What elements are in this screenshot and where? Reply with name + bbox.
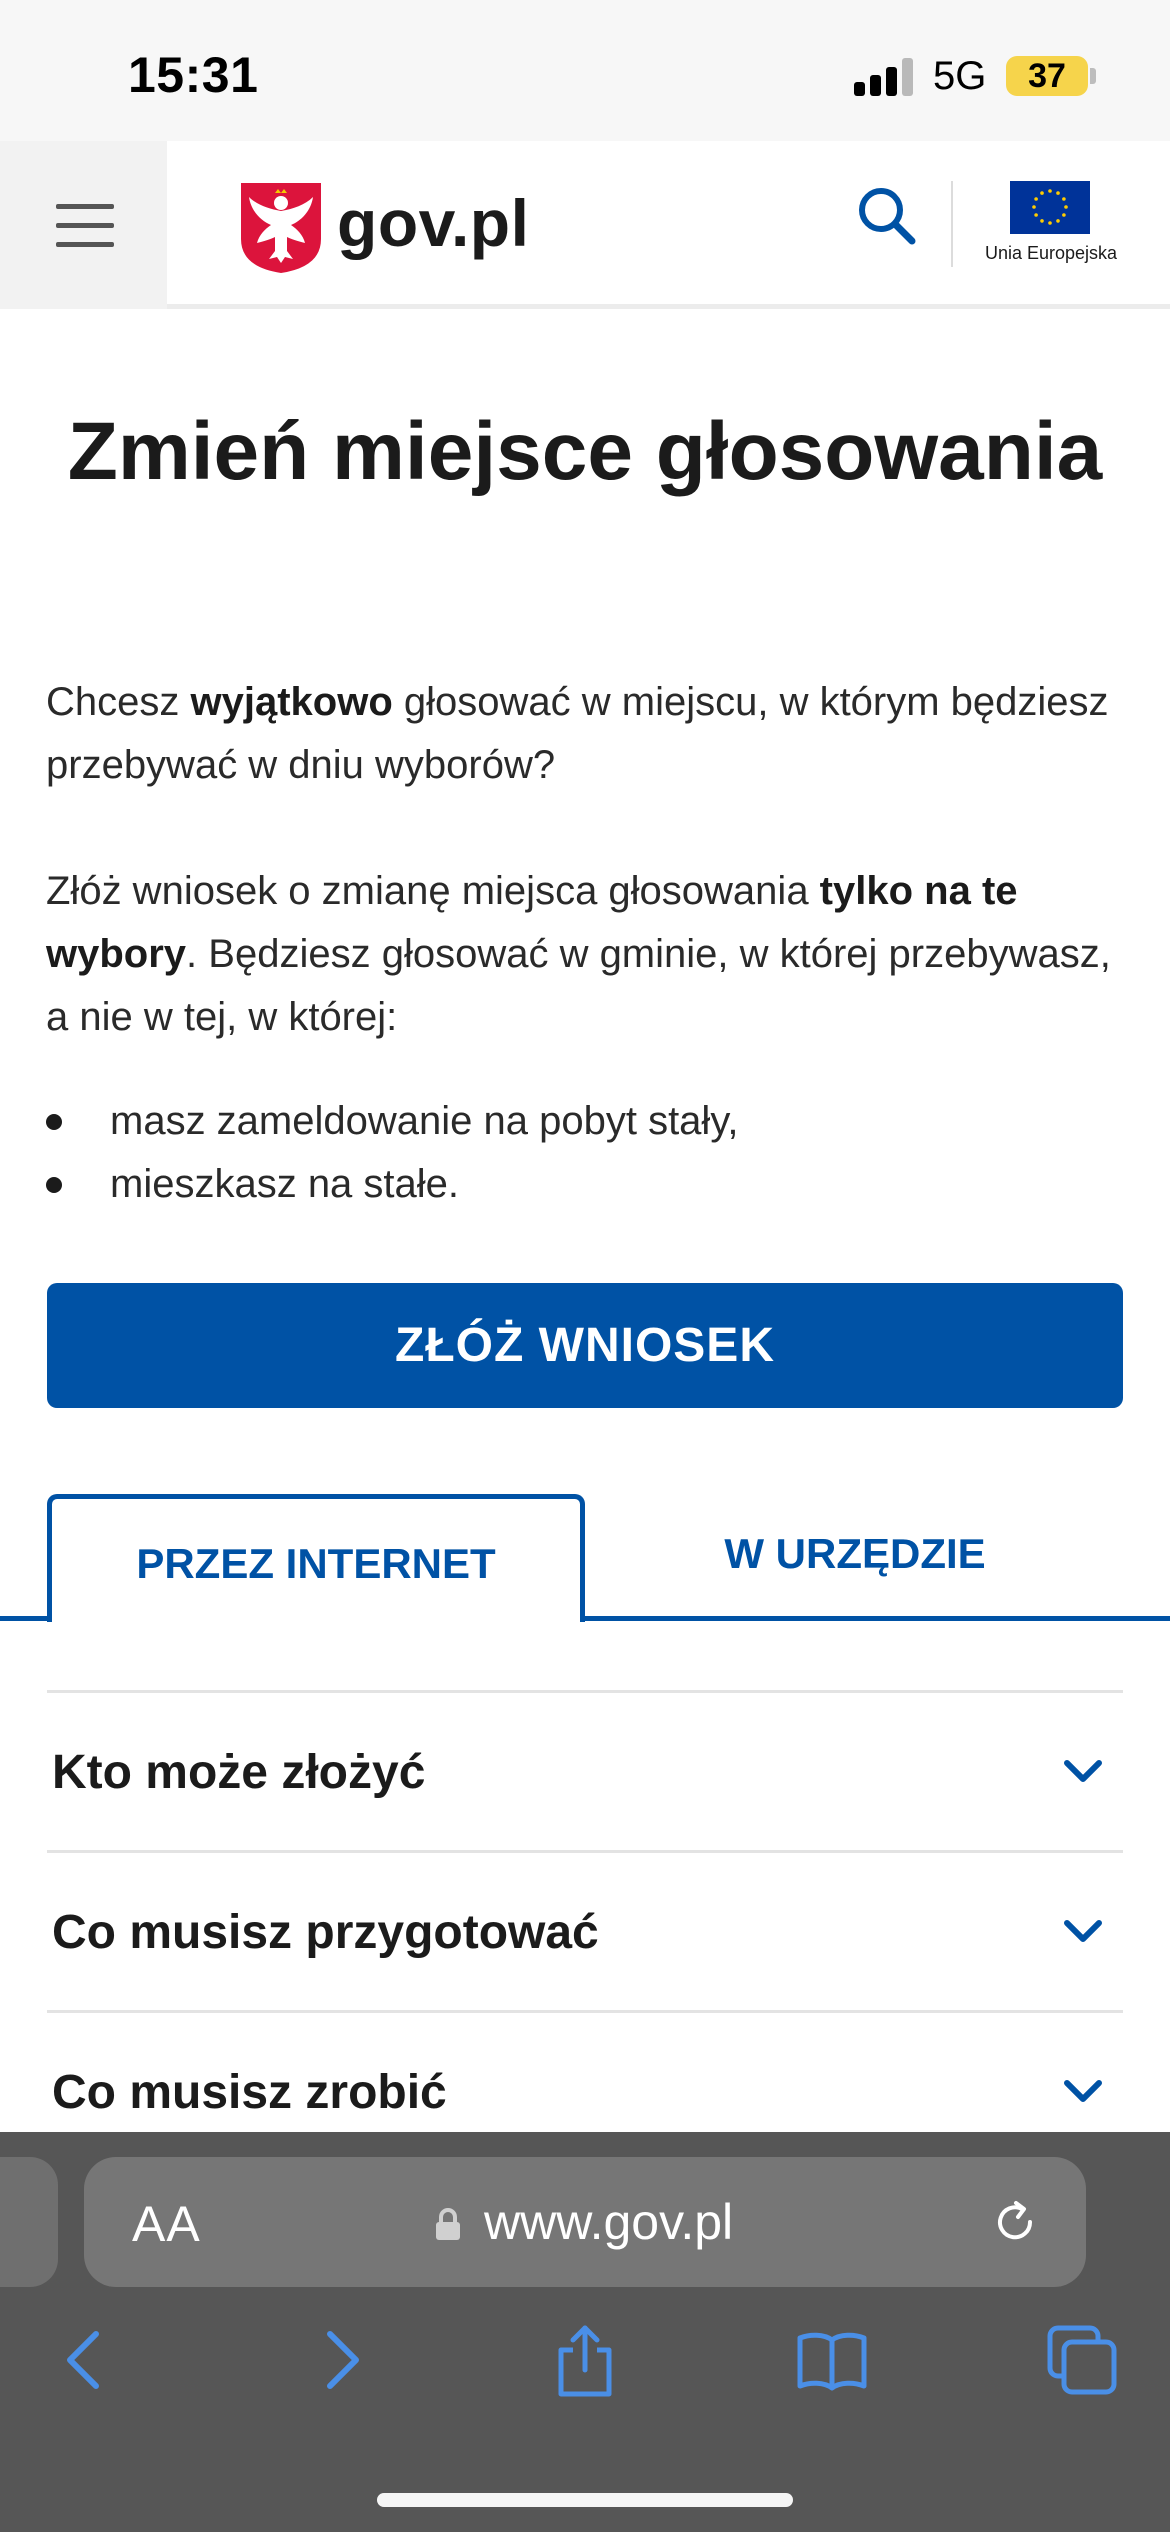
accordion-label: Co musisz zrobić bbox=[52, 2066, 447, 2119]
network-type: 5G bbox=[933, 54, 987, 98]
accordion-label: Co musisz przygotować bbox=[52, 1906, 599, 1959]
polish-eagle-emblem-icon[interactable] bbox=[239, 181, 323, 275]
tab-label: W URZĘDZIE bbox=[724, 1530, 986, 1577]
site-header: gov.pl Unia Europejska bbox=[0, 141, 1170, 309]
forward-icon[interactable] bbox=[302, 2322, 378, 2398]
page-title: Zmień miejsce głosowania bbox=[67, 406, 1103, 497]
bookmarks-icon[interactable] bbox=[794, 2322, 870, 2398]
site-logo[interactable]: gov.pl bbox=[337, 185, 529, 261]
list-item: mieszkasz na stałe. bbox=[46, 1153, 1136, 1216]
previous-tab-preview[interactable] bbox=[0, 2157, 58, 2287]
reload-icon[interactable] bbox=[990, 2197, 1040, 2247]
tab-w-urzedzie[interactable]: W URZĘDZIE bbox=[590, 1494, 1120, 1614]
tab-przez-internet[interactable]: PRZEZ INTERNET bbox=[47, 1494, 585, 1622]
hamburger-icon bbox=[56, 204, 114, 209]
battery-tip bbox=[1090, 68, 1096, 84]
accordion-item-who-can-apply[interactable]: Kto może złożyć bbox=[47, 1690, 1123, 1850]
submit-application-button[interactable]: ZŁÓŻ WNIOSEK bbox=[47, 1283, 1123, 1408]
list-item: masz zameldowanie na pobyt stały, bbox=[46, 1090, 1136, 1153]
status-time: 15:31 bbox=[128, 47, 259, 103]
back-icon[interactable] bbox=[48, 2322, 124, 2398]
text-size-button[interactable]: AA bbox=[132, 2195, 201, 2253]
url-text: www.gov.pl bbox=[484, 2194, 734, 2250]
accordion-item-what-to-prepare[interactable]: Co musisz przygotować bbox=[47, 1850, 1123, 2010]
browser-chrome: AA www.gov.pl bbox=[0, 2132, 1170, 2532]
page: 15:31 5G 37 gov.pl Unia Europejska Zmień… bbox=[0, 0, 1170, 2532]
chevron-down-icon bbox=[1064, 1920, 1102, 1942]
tab-label: PRZEZ INTERNET bbox=[136, 1540, 496, 1587]
address-bar[interactable]: AA www.gov.pl bbox=[84, 2157, 1086, 2287]
eu-label: Unia Europejska bbox=[984, 243, 1118, 263]
instruction-paragraph: Złóż wniosek o zmianę miejsca głosowania… bbox=[46, 869, 1111, 1039]
battery-icon: 37 bbox=[1006, 56, 1088, 96]
tabs-icon[interactable] bbox=[1044, 2322, 1120, 2398]
battery-level: 37 bbox=[1028, 57, 1066, 95]
lock-icon bbox=[436, 2208, 460, 2240]
menu-button[interactable] bbox=[0, 141, 167, 309]
eu-flag-icon bbox=[1010, 181, 1090, 234]
chevron-down-icon bbox=[1064, 2080, 1102, 2102]
intro-paragraph: Chcesz wyjątkowo głosować w miejscu, w k… bbox=[46, 680, 1109, 787]
status-bar: 15:31 5G 37 bbox=[0, 0, 1170, 141]
conditions-list: masz zameldowanie na pobyt stały, mieszk… bbox=[46, 1090, 1136, 1216]
accordion: Kto może złożyć Co musisz przygotować Co… bbox=[47, 1690, 1123, 2170]
chevron-down-icon bbox=[1064, 1760, 1102, 1782]
home-indicator[interactable] bbox=[377, 2493, 793, 2507]
share-icon[interactable] bbox=[547, 2322, 623, 2398]
accordion-label: Kto może złożyć bbox=[52, 1746, 426, 1799]
search-icon[interactable] bbox=[852, 181, 922, 251]
cellular-signal-icon bbox=[854, 56, 914, 96]
header-divider bbox=[951, 181, 953, 267]
